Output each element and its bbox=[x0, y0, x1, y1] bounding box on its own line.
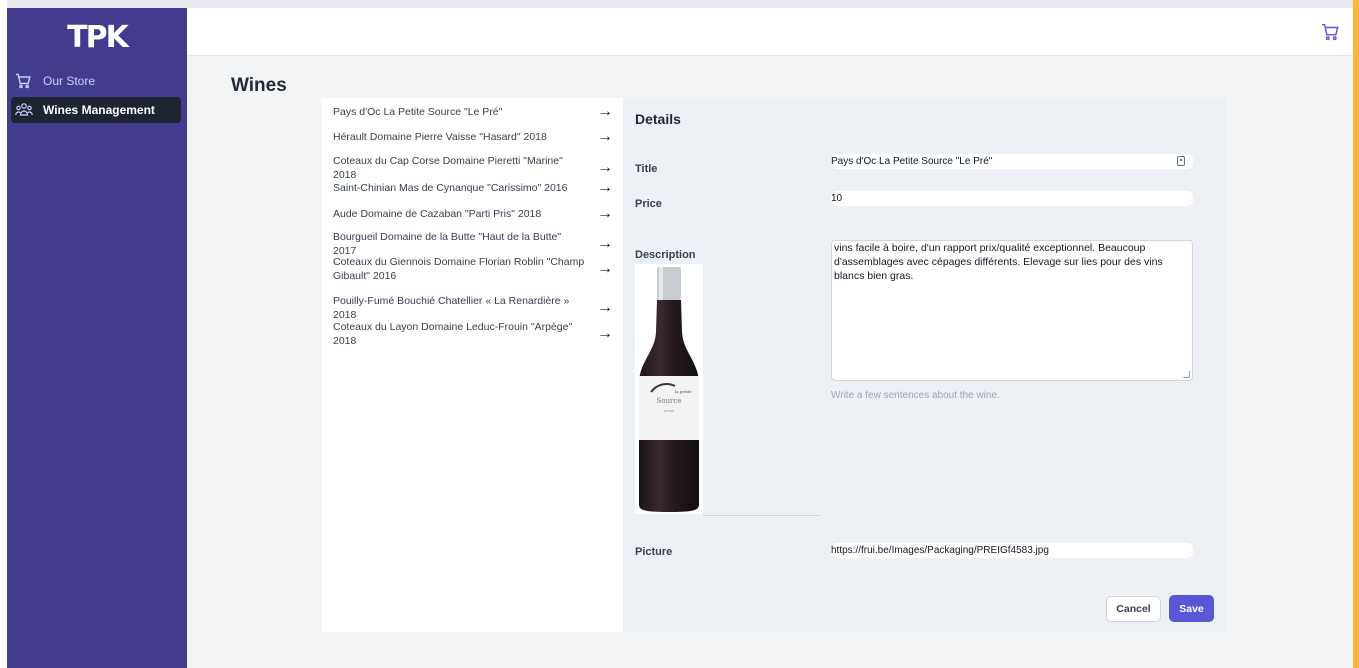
cart-icon[interactable] bbox=[1321, 23, 1339, 41]
wine-list-item[interactable]: Pays d'Oc La Petite Source "Le Pré" → bbox=[333, 103, 617, 121]
wine-name: Saint-Chinian Mas de Cynanque "Carissimo… bbox=[333, 182, 568, 194]
arrow-right-icon: → bbox=[597, 299, 613, 316]
divider bbox=[703, 515, 820, 516]
picture-url-input[interactable]: https://frui.be/Images/Packaging/PREIGf4… bbox=[831, 543, 1193, 558]
price-label: Price bbox=[635, 198, 662, 210]
arrow-right-icon: → bbox=[597, 179, 613, 196]
title-input[interactable]: Pays d'Oc La Petite Source "Le Pré" bbox=[831, 154, 1193, 169]
arrow-right-icon: → bbox=[597, 205, 613, 222]
wine-name: Coteaux du Giennois Domaine Florian Robl… bbox=[333, 256, 585, 282]
arrow-right-icon: → bbox=[597, 325, 613, 342]
picture-url-value: https://frui.be/Images/Packaging/PREIGf4… bbox=[831, 545, 1049, 556]
window-top-border bbox=[0, 0, 1359, 8]
wine-name: Hérault Domaine Pierre Vaisse "Hasard" 2… bbox=[333, 131, 547, 143]
window-right-border bbox=[1353, 0, 1359, 668]
title-label: Title bbox=[635, 163, 658, 175]
wine-name: Aude Domaine de Cazaban "Parti Pris" 201… bbox=[333, 208, 542, 220]
resize-handle-icon[interactable] bbox=[1183, 371, 1190, 378]
arrow-right-icon: → bbox=[597, 235, 613, 252]
picture-label: Picture bbox=[635, 546, 673, 558]
top-bar bbox=[187, 8, 1353, 56]
wine-list-item[interactable]: Coteaux du Layon Domaine Leduc-Frouin "A… bbox=[333, 320, 617, 348]
wine-name: Pays d'Oc La Petite Source "Le Pré" bbox=[333, 106, 503, 118]
title-value: Pays d'Oc La Petite Source "Le Pré" bbox=[831, 156, 993, 167]
wine-list-item[interactable]: Coteaux du Cap Corse Domaine Pieretti "M… bbox=[333, 154, 617, 182]
cancel-button[interactable]: Cancel bbox=[1106, 596, 1161, 622]
bottle-label-line3: LE PRÉ bbox=[664, 408, 674, 413]
wine-bottle-image: la petite Source LE PRÉ bbox=[635, 264, 703, 514]
wine-name: Pouilly-Fumé Bouchié Chatellier « La Ren… bbox=[333, 295, 570, 321]
wine-list-item[interactable]: Coteaux du Giennois Domaine Florian Robl… bbox=[333, 255, 617, 283]
arrow-right-icon: → bbox=[597, 103, 613, 120]
description-value: vins facile à boire, d'un rapport prix/q… bbox=[834, 242, 1163, 282]
arrow-right-icon: → bbox=[597, 128, 613, 145]
wine-list-item[interactable]: Bourgueil Domaine de la Butte "Haut de l… bbox=[333, 230, 617, 258]
bottle-label-line1: la petite bbox=[675, 389, 692, 394]
arrow-right-icon: → bbox=[597, 260, 613, 277]
contact-card-icon bbox=[1177, 156, 1185, 166]
wine-name: Coteaux du Cap Corse Domaine Pieretti "M… bbox=[333, 155, 563, 181]
window-left-border bbox=[0, 0, 7, 668]
description-textarea[interactable]: vins facile à boire, d'un rapport prix/q… bbox=[831, 240, 1193, 381]
sidebar-item-our-store[interactable]: Our Store bbox=[11, 68, 181, 94]
save-button[interactable]: Save bbox=[1169, 595, 1214, 622]
bottle-label-line2: Source bbox=[657, 397, 682, 405]
users-icon bbox=[15, 102, 35, 118]
price-value: 10 bbox=[831, 193, 843, 204]
page-title: Wines bbox=[231, 75, 287, 96]
wine-list-item[interactable]: Saint-Chinian Mas de Cynanque "Carissimo… bbox=[333, 179, 617, 197]
details-heading: Details bbox=[635, 111, 681, 127]
details-panel: Details Title Pays d'Oc La Petite Source… bbox=[623, 98, 1226, 632]
wine-list-item[interactable]: Pouilly-Fumé Bouchié Chatellier « La Ren… bbox=[333, 294, 617, 322]
wine-list-item[interactable]: Hérault Domaine Pierre Vaisse "Hasard" 2… bbox=[333, 128, 617, 146]
sidebar-item-label: Wines Management bbox=[43, 103, 155, 117]
wine-name: Coteaux du Layon Domaine Leduc-Frouin "A… bbox=[333, 321, 573, 347]
sidebar-item-wines-management[interactable]: Wines Management bbox=[11, 97, 181, 123]
price-input[interactable]: 10 bbox=[831, 191, 1193, 206]
wine-list-item[interactable]: Aude Domaine de Cazaban "Parti Pris" 201… bbox=[333, 205, 617, 223]
description-label: Description bbox=[635, 249, 696, 261]
app-logo[interactable]: TPK bbox=[7, 20, 187, 55]
wine-name: Bourgueil Domaine de la Butte "Haut de l… bbox=[333, 231, 562, 257]
main-content: Wines Pays d'Oc La Petite Source "Le Pré… bbox=[187, 56, 1353, 668]
arrow-right-icon: → bbox=[597, 159, 613, 176]
sidebar-item-label: Our Store bbox=[43, 74, 96, 88]
description-hint: Write a few sentences about the wine. bbox=[831, 390, 1000, 401]
sidebar: TPK Our Store Wines Management bbox=[7, 8, 187, 668]
cart-icon bbox=[15, 73, 35, 89]
wine-list: Pays d'Oc La Petite Source "Le Pré" → Hé… bbox=[322, 98, 623, 632]
